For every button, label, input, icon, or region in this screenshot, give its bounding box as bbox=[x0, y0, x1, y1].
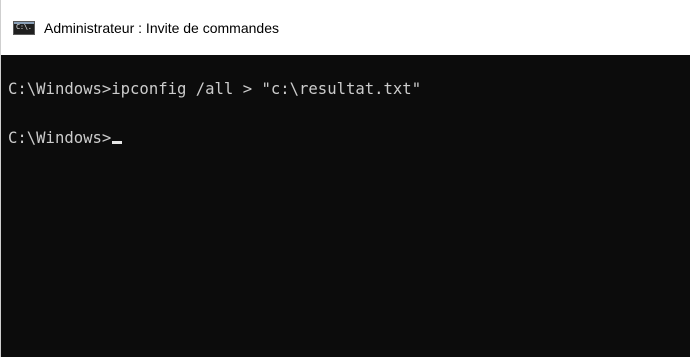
console-line-command: C:\Windows>ipconfig /all > "c:\resultat.… bbox=[8, 79, 421, 99]
window-title: Administrateur : Invite de commandes bbox=[44, 20, 279, 36]
command-prompt-window: C:\. Administrateur : Invite de commande… bbox=[0, 0, 690, 357]
text-cursor bbox=[112, 141, 123, 144]
console-prompt-text: C:\Windows> bbox=[8, 129, 112, 147]
cmd-console-icon[interactable]: C:\. bbox=[13, 21, 35, 35]
icon-glyph-text: C:\. bbox=[16, 23, 32, 31]
console-output-area[interactable]: C:\Windows>ipconfig /all > "c:\resultat.… bbox=[0, 55, 690, 357]
console-line-1-text: C:\Windows>ipconfig /all > "c:\resultat.… bbox=[8, 80, 422, 98]
title-bar[interactable]: C:\. Administrateur : Invite de commande… bbox=[0, 0, 690, 55]
console-line-prompt[interactable]: C:\Windows> bbox=[8, 128, 123, 148]
